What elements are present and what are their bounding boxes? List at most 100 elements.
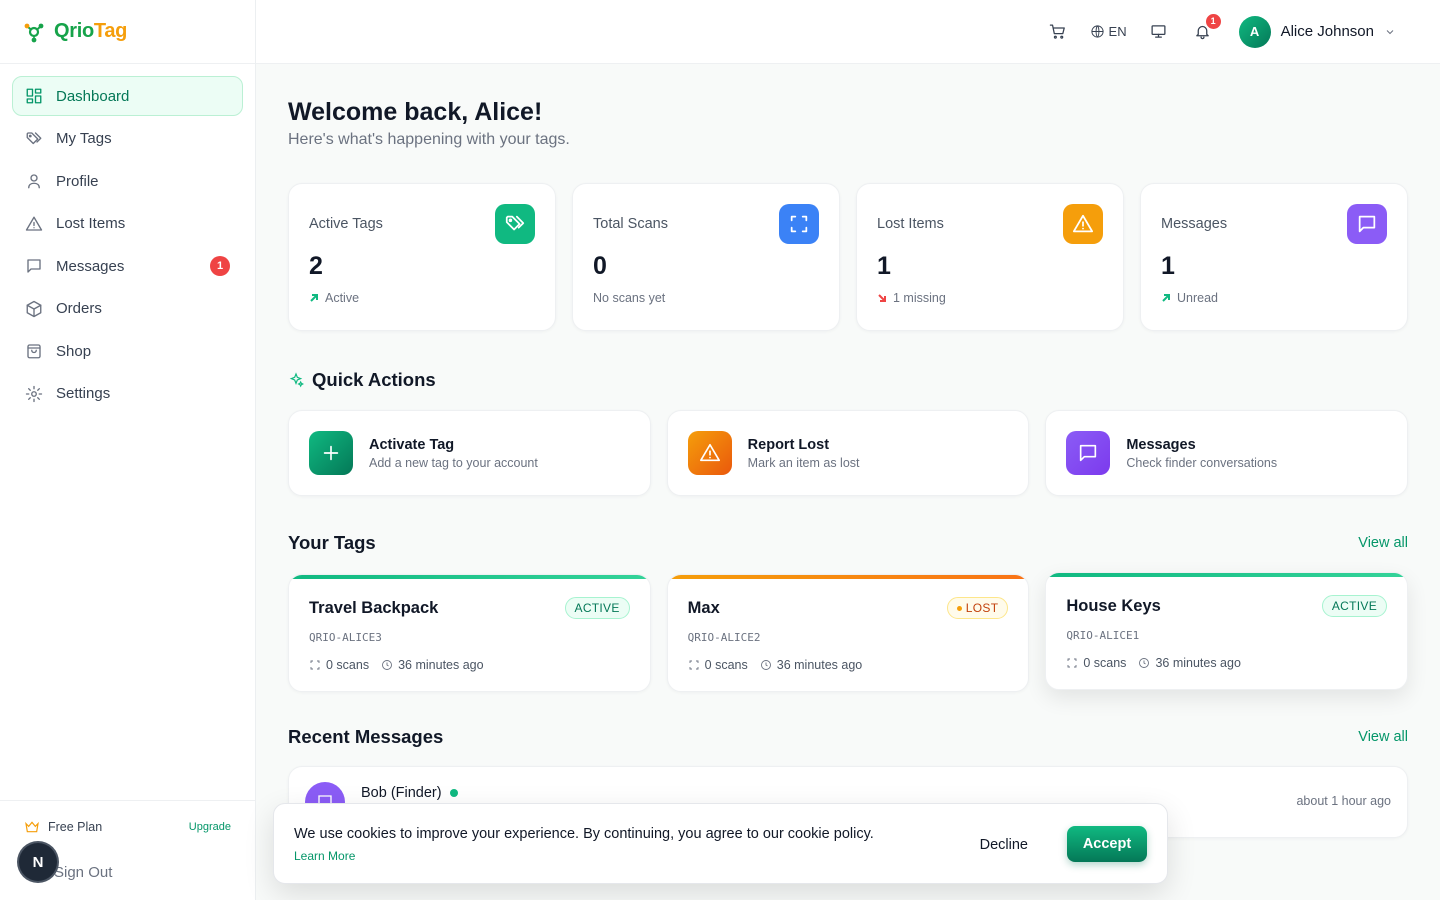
recent-messages-heading: Recent Messages (288, 726, 444, 747)
decline-button[interactable]: Decline (966, 828, 1042, 862)
upgrade-link[interactable]: Upgrade (189, 821, 231, 833)
message-icon (1066, 431, 1111, 475)
globe-icon (1090, 25, 1104, 38)
status-bar (289, 575, 650, 579)
last-updated: 36 minutes ago (381, 658, 484, 672)
stat-value: 2 (309, 252, 323, 280)
clock-icon (1139, 658, 1150, 668)
tags-icon (26, 131, 42, 144)
sidebar-item-label: Dashboard (56, 87, 130, 105)
scan-count: 0 scans (688, 658, 748, 672)
status-bar (1046, 573, 1408, 577)
online-indicator (449, 789, 458, 797)
language-code: EN (1108, 24, 1127, 39)
message-sender: Bob (Finder) (361, 785, 458, 801)
last-updated: 36 minutes ago (760, 658, 862, 672)
display-button[interactable] (1147, 20, 1171, 44)
action-description: Check finder conversations (1126, 455, 1278, 470)
sidebar-item-label: Orders (56, 300, 102, 317)
sidebar-item-shop[interactable]: Shop (12, 331, 243, 371)
arrow-up-right-icon (310, 294, 318, 302)
sidebar-nav: Dashboard My Tags Profile Lost Items Mes… (0, 64, 255, 428)
stat-note: Active (309, 291, 535, 305)
clock-icon (382, 660, 393, 670)
arrow-down-right-icon (878, 294, 886, 302)
activate-tag-action[interactable]: Activate Tag Add a new tag to your accou… (288, 410, 651, 496)
avatar: A (1238, 15, 1271, 48)
tag-name: Max (687, 598, 720, 617)
stat-note: Unread (1161, 291, 1387, 305)
user-icon (28, 174, 40, 189)
status-dot (956, 605, 962, 611)
page-subtitle: Here's what's happening with your tags. (288, 131, 570, 148)
tags-row: Travel Backpack ACTIVE QRIO-ALICE3 0 sca… (288, 572, 1409, 692)
sidebar-item-orders[interactable]: Orders (12, 289, 243, 329)
package-icon (26, 300, 42, 317)
tag-name: House Keys (1066, 596, 1161, 615)
sidebar-item-settings[interactable]: Settings (12, 374, 243, 414)
last-updated: 36 minutes ago (1138, 656, 1241, 670)
sidebar-item-lost-items[interactable]: Lost Items (12, 204, 243, 244)
quick-actions-heading: Quick Actions (288, 369, 1408, 391)
stats-row: Active Tags 2 Active Total Scans 0 No sc… (288, 183, 1408, 331)
brand-logo[interactable]: QrioTag (0, 0, 255, 64)
sign-out-label: Sign Out (54, 863, 113, 881)
main-content: Welcome back, Alice! Here's what's happe… (288, 64, 1409, 838)
learn-more-link[interactable]: Learn More (294, 849, 355, 863)
sidebar-item-dashboard[interactable]: Dashboard (12, 76, 243, 116)
status-badge: ACTIVE (564, 597, 630, 619)
messages-action[interactable]: Messages Check finder conversations (1045, 410, 1409, 496)
warning-icon (1063, 204, 1103, 244)
sidebar-item-label: Profile (56, 172, 99, 190)
your-tags-header: Your Tags View all (288, 532, 1408, 554)
sidebar-item-label: Settings (56, 385, 111, 402)
top-bar: EN 1 A Alice Johnson (256, 0, 1440, 64)
tag-card-house-keys[interactable]: House Keys ACTIVE QRIO-ALICE1 0 scans 36… (1045, 572, 1409, 690)
sidebar-item-my-tags[interactable]: My Tags (12, 119, 243, 159)
sparkles-icon (289, 372, 304, 388)
scan-icon (689, 660, 699, 670)
scan-icon (310, 660, 320, 670)
stat-value: 1 (1161, 252, 1175, 280)
scan-icon (779, 204, 819, 244)
sidebar-item-label: Messages (56, 257, 125, 275)
message-time: about 1 hour ago (1296, 794, 1391, 808)
warning-icon (687, 431, 732, 475)
monitor-icon (1151, 25, 1166, 38)
accept-button[interactable]: Accept (1067, 826, 1147, 862)
stat-note: 1 missing (877, 291, 1103, 305)
message-icon (1347, 204, 1387, 244)
shopping-bag-icon (27, 344, 41, 359)
tag-card-max[interactable]: Max LOST QRIO-ALICE2 0 scans 36 minutes … (666, 574, 1030, 692)
view-all-messages-link[interactable]: View all (1358, 729, 1408, 745)
sidebar-item-label: Lost Items (56, 215, 126, 232)
user-menu[interactable]: A Alice Johnson (1238, 15, 1396, 48)
stat-note: No scans yet (593, 291, 666, 305)
quick-actions-row: Activate Tag Add a new tag to your accou… (288, 410, 1409, 496)
your-tags-heading: Your Tags (288, 532, 376, 553)
action-title: Activate Tag (369, 436, 455, 453)
view-all-tags-link[interactable]: View all (1358, 535, 1408, 551)
crown-icon (25, 821, 39, 833)
sidebar-item-profile[interactable]: Profile (12, 161, 243, 201)
page-title: Welcome back, Alice! (288, 98, 543, 126)
message-icon (27, 259, 41, 273)
chevron-down-icon (1386, 29, 1394, 34)
action-title: Report Lost (747, 436, 830, 453)
plan-row: Free Plan Upgrade (24, 819, 231, 835)
status-badge: ACTIVE (1321, 595, 1388, 617)
language-selector[interactable]: EN (1090, 24, 1127, 39)
sidebar: QrioTag Dashboard My Tags Profile Lost I… (0, 0, 256, 900)
action-description: Add a new tag to your account (369, 455, 538, 470)
notifications-button[interactable]: 1 (1191, 13, 1221, 44)
stat-value: 0 (593, 252, 607, 280)
tag-icon (495, 204, 535, 244)
scan-icon (1067, 658, 1077, 668)
report-lost-action[interactable]: Report Lost Mark an item as lost (666, 410, 1030, 496)
tag-card-travel-backpack[interactable]: Travel Backpack ACTIVE QRIO-ALICE3 0 sca… (288, 574, 651, 692)
sidebar-item-label: My Tags (56, 130, 112, 147)
sidebar-item-messages[interactable]: Messages 1 (12, 246, 243, 286)
dev-tools-avatar[interactable]: N (19, 843, 57, 881)
cart-button[interactable] (1046, 20, 1070, 44)
brand-name: QrioTag (54, 20, 128, 42)
